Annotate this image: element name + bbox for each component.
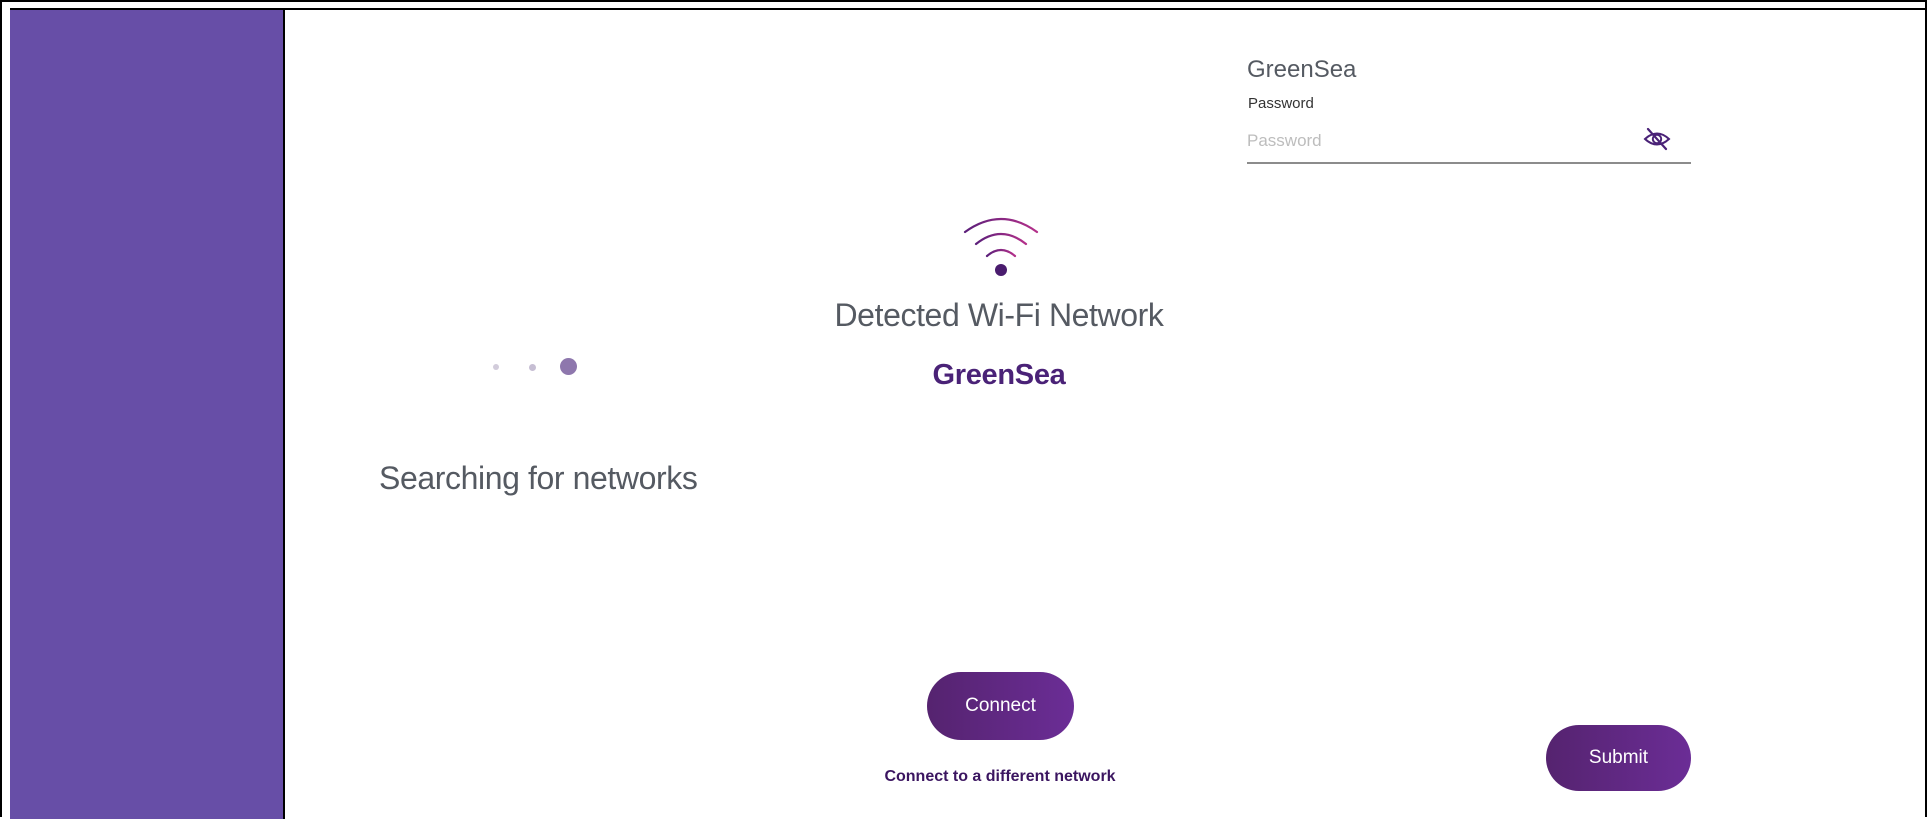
password-field-label: Password <box>1248 95 1314 112</box>
eye-slash-icon[interactable] <box>1643 127 1671 151</box>
connect-different-network-link[interactable]: Connect to a different network <box>852 768 1148 786</box>
submit-button[interactable]: Submit <box>1546 725 1691 791</box>
sidebar <box>10 10 285 819</box>
loading-dots-icon <box>488 354 598 378</box>
detected-network-name: GreenSea <box>932 359 1066 391</box>
searching-status: Searching for networks <box>379 460 698 496</box>
password-network-name: GreenSea <box>1247 56 1357 83</box>
loading-dot-active <box>560 358 577 375</box>
detected-network-title: Detected Wi-Fi Network <box>834 297 1164 333</box>
wifi-icon <box>963 217 1039 276</box>
connect-button[interactable]: Connect <box>927 672 1074 740</box>
loading-dot <box>529 364 536 371</box>
password-input[interactable] <box>1247 126 1647 156</box>
password-underline <box>1247 162 1691 164</box>
app-window: Searching for networks Detected Wi-Fi Ne… <box>0 0 1927 819</box>
top-divider <box>10 8 1925 10</box>
loading-dot <box>493 364 499 370</box>
